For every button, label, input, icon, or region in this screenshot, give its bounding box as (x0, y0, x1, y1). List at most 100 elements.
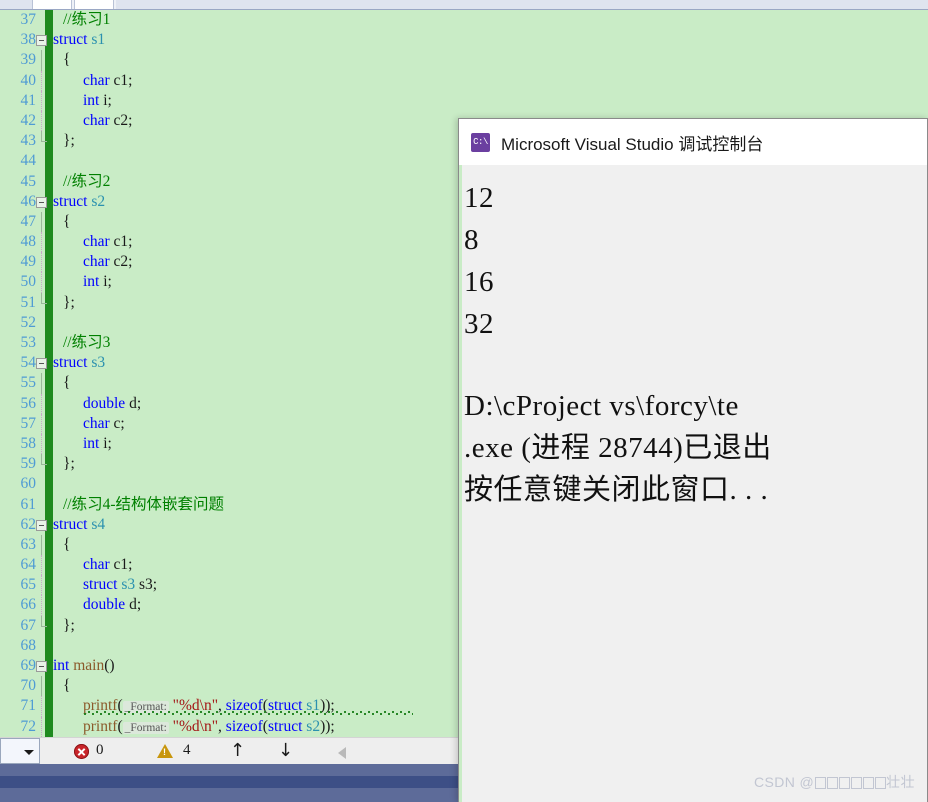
chrome-rail-right (116, 0, 928, 9)
code-text: struct s3 (53, 353, 105, 373)
indent-guide (41, 232, 43, 253)
console-output-line: 16 (464, 266, 494, 298)
code-token: main (73, 657, 105, 674)
code-token: //练习2 (63, 172, 111, 190)
missing-glyph-box (826, 777, 838, 789)
code-text: }; (63, 454, 75, 474)
missing-glyph-box (838, 777, 850, 789)
indent-guide (41, 615, 47, 627)
line-number: 41 (20, 91, 37, 109)
console-output-area[interactable]: 12 8 16 32 D:\cProject vs\forcy\te .exe (进程 2… (459, 165, 927, 802)
collapse-toggle-icon[interactable] (36, 358, 47, 370)
collapse-toggle-icon[interactable] (36, 196, 47, 208)
code-line[interactable]: 40 char c1; (0, 70, 928, 91)
prev-issue-arrow-icon[interactable]: ↑ (230, 741, 245, 761)
code-token: s3 (121, 576, 136, 594)
code-token: //练习4-结构体嵌套问题 (63, 495, 225, 513)
code-text: }; (63, 616, 75, 636)
line-number: 70 (20, 677, 37, 695)
code-token: i; (99, 273, 112, 291)
code-text: //练习1 (63, 10, 110, 30)
collapse-toggle-icon[interactable] (36, 661, 47, 672)
code-line[interactable]: 37 //练习1 (0, 10, 928, 30)
code-token: int (83, 434, 100, 452)
code-token: int (83, 91, 100, 109)
code-text: struct s2 (53, 192, 105, 212)
missing-glyph-box (850, 777, 862, 789)
warning-triangle-icon (157, 744, 173, 758)
line-number: 49 (20, 253, 37, 271)
indent-guide (41, 110, 43, 132)
console-output-line: .exe (进程 28744)已退出 (464, 432, 772, 464)
next-issue-arrow-icon[interactable]: ↓ (278, 741, 293, 761)
param-hint: _Format: (122, 721, 169, 734)
csdn-watermark: CSDN @ 壮壮 (754, 772, 915, 792)
line-number: 50 (20, 273, 37, 291)
error-count: 0 (96, 742, 104, 758)
code-token: sizeof (225, 717, 263, 735)
line-number: 52 (20, 313, 37, 331)
line-number: 62 (20, 515, 37, 533)
line-number: 58 (20, 434, 37, 452)
code-token: }; (63, 455, 75, 473)
missing-glyph-box (862, 777, 874, 789)
indent-guide (41, 696, 43, 717)
code-token: c1; (109, 556, 133, 574)
code-token: int (53, 657, 70, 674)
code-token: s4 (91, 515, 106, 533)
line-number: 38 (20, 31, 37, 49)
code-text: char c2; (83, 111, 132, 131)
code-token: struct (53, 192, 88, 210)
line-number: 47 (20, 212, 37, 230)
code-text: //练习2 (63, 172, 110, 192)
code-text: struct s4 (53, 515, 105, 535)
collapse-toggle-icon[interactable] (36, 519, 47, 531)
code-text: }; (63, 293, 75, 313)
indent-guide (41, 211, 42, 233)
code-text: double d; (83, 394, 141, 414)
indent-guide (41, 595, 43, 616)
line-number: 59 (20, 455, 37, 473)
console-output-line: 12 (464, 182, 494, 214)
code-token: , (218, 717, 226, 735)
console-output-line: 8 (464, 224, 479, 256)
code-line[interactable]: 38 struct s1 (0, 30, 928, 50)
code-line[interactable]: 39 { (0, 50, 928, 71)
code-text: }; (63, 131, 75, 151)
code-token: s3; (135, 576, 158, 594)
line-number: 72 (20, 717, 37, 735)
indent-guide (41, 131, 47, 143)
code-text: { (63, 676, 70, 696)
editor-tab-stub-2[interactable] (74, 0, 114, 9)
indent-guide (41, 454, 47, 466)
editor-tab-stub-1[interactable] (32, 0, 72, 9)
line-number: 51 (20, 293, 37, 311)
code-line[interactable]: 41 int i; (0, 90, 928, 111)
code-token: i; (99, 91, 112, 109)
code-token: s2 (306, 717, 321, 735)
code-text: double d; (83, 595, 141, 615)
left-triangle-icon[interactable] (338, 747, 346, 759)
code-token: //练习1 (63, 11, 111, 28)
missing-glyph-box (814, 777, 826, 789)
code-text: char c1; (83, 232, 132, 252)
code-token: d; (125, 596, 142, 614)
code-text: struct s3 s3; (83, 575, 157, 595)
indent-guide (41, 716, 43, 737)
indent-guide (41, 70, 43, 91)
scope-dropdown[interactable] (0, 738, 40, 764)
indent-guide (41, 50, 42, 71)
code-token: { (63, 535, 71, 553)
collapse-toggle-icon[interactable] (36, 35, 47, 47)
line-number: 45 (20, 172, 37, 190)
line-number: 60 (20, 475, 37, 493)
debug-console-window[interactable]: C:\ Microsoft Visual Studio 调试控制台 12 8 16 3… (458, 118, 928, 802)
code-token: char (83, 556, 110, 574)
ide-top-chrome (0, 0, 928, 10)
watermark-prefix: CSDN @ (754, 774, 815, 790)
code-text: { (63, 212, 70, 232)
indent-guide (41, 413, 43, 434)
line-number: 63 (20, 535, 37, 553)
indent-guide (41, 393, 43, 414)
code-token: "%d\n" (172, 717, 219, 735)
